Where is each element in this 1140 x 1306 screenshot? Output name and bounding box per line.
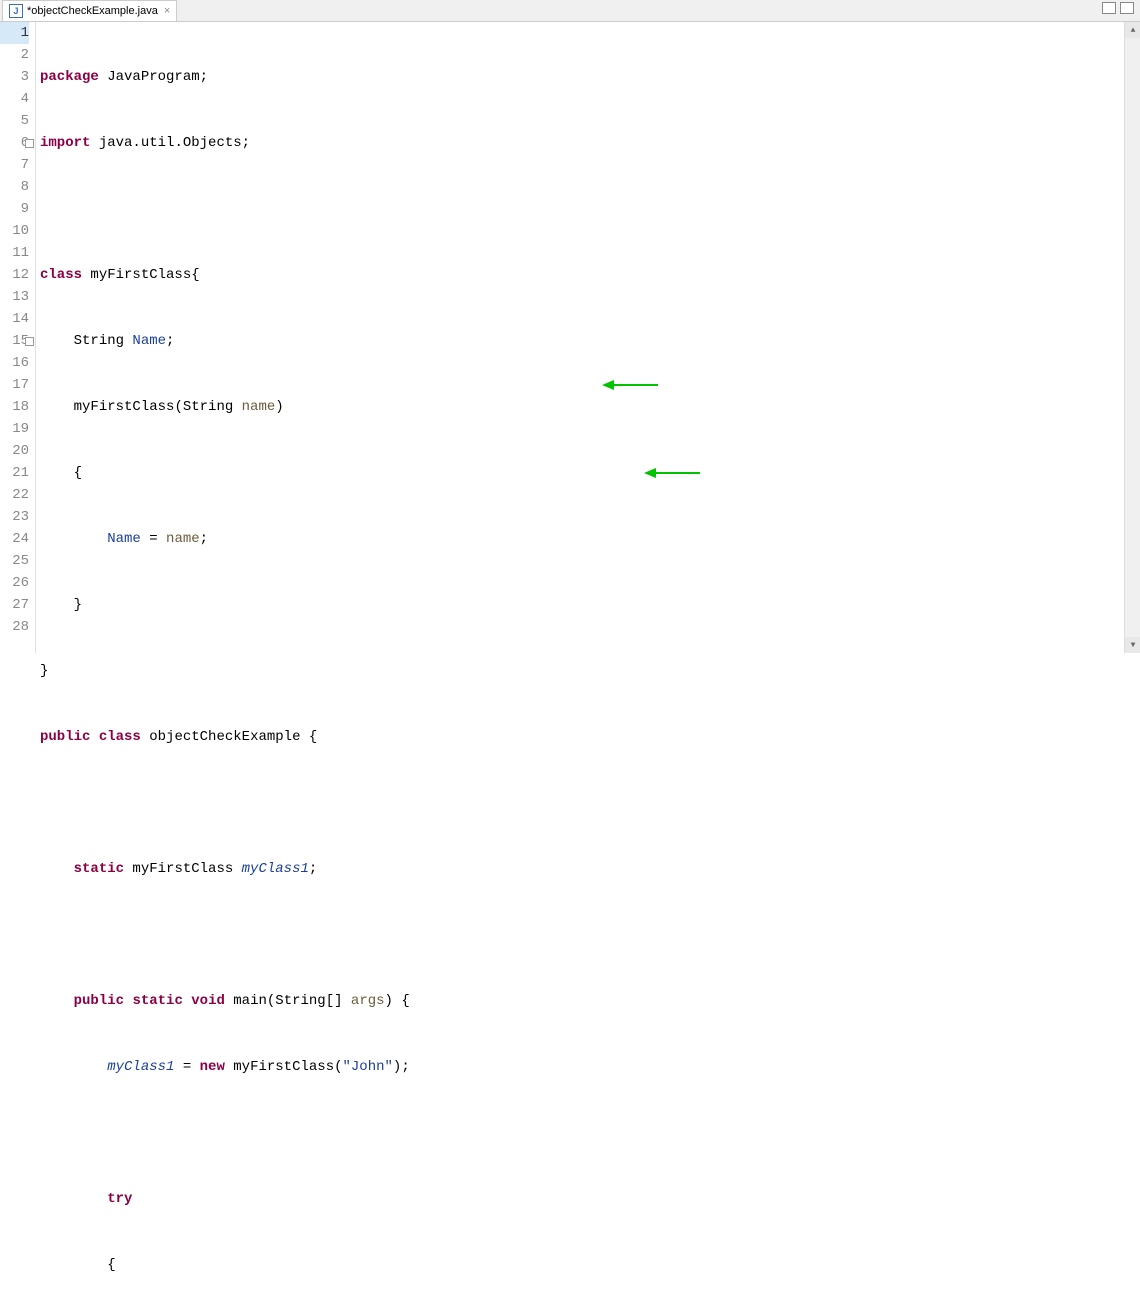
annotation-arrow-icon: [552, 356, 602, 366]
line-number: 15: [0, 330, 29, 352]
code-line: String Name;: [40, 330, 1140, 352]
line-number: 14: [0, 308, 29, 330]
tab-filename: *objectCheckExample.java: [27, 5, 158, 17]
line-number: 24: [0, 528, 29, 550]
code-line: public class objectCheckExample {: [40, 726, 1140, 748]
line-number: 20: [0, 440, 29, 462]
line-number: 16: [0, 352, 29, 374]
line-number: 21: [0, 462, 29, 484]
line-number: 1: [0, 22, 29, 44]
line-number: 19: [0, 418, 29, 440]
maximize-icon[interactable]: [1120, 2, 1134, 14]
code-line: class myFirstClass{: [40, 264, 1140, 286]
java-file-icon: J: [9, 4, 23, 18]
vertical-scrollbar[interactable]: ▲ ▼: [1124, 22, 1140, 653]
line-number: 22: [0, 484, 29, 506]
code-line: [40, 198, 1140, 220]
line-number: 11: [0, 242, 29, 264]
code-line: public static void main(String[] args) {: [40, 990, 1140, 1012]
code-line: static myFirstClass myClass1;: [40, 858, 1140, 880]
close-icon[interactable]: ×: [162, 5, 170, 17]
tab-bar: J *objectCheckExample.java ×: [0, 0, 1140, 22]
line-number: 8: [0, 176, 29, 198]
code-line: [40, 924, 1140, 946]
line-number: 4: [0, 88, 29, 110]
line-number: 10: [0, 220, 29, 242]
editor-tab[interactable]: J *objectCheckExample.java ×: [2, 0, 177, 21]
line-number: 9: [0, 198, 29, 220]
line-number: 2: [0, 44, 29, 66]
code-line: myClass1 = new myFirstClass("John");: [40, 1056, 1140, 1078]
window-controls: [1102, 2, 1134, 14]
line-number: 27: [0, 594, 29, 616]
line-number: 6: [0, 132, 29, 154]
line-number: 17: [0, 374, 29, 396]
scroll-up-icon[interactable]: ▲: [1125, 22, 1140, 38]
minimize-icon[interactable]: [1102, 2, 1116, 14]
code-line: }: [40, 594, 1140, 616]
editor-area: 1 2 3 4 5 6 7 8 9 10 11 12 13 14 15 16 1…: [0, 22, 1140, 653]
line-number: 13: [0, 286, 29, 308]
line-number: 3: [0, 66, 29, 88]
line-number: 18: [0, 396, 29, 418]
line-number: 28: [0, 616, 29, 638]
line-number: 25: [0, 550, 29, 572]
code-line: [40, 1122, 1140, 1144]
line-number: 12: [0, 264, 29, 286]
code-line: try: [40, 1188, 1140, 1210]
line-number: 26: [0, 572, 29, 594]
code-line: {: [40, 462, 1140, 484]
code-line: import java.util.Objects;: [40, 132, 1140, 154]
line-number-gutter: 1 2 3 4 5 6 7 8 9 10 11 12 13 14 15 16 1…: [0, 22, 36, 653]
scroll-down-icon[interactable]: ▼: [1125, 637, 1140, 653]
code-line: }: [40, 660, 1140, 682]
annotation-arrow-icon: [594, 444, 644, 454]
code-content[interactable]: package JavaProgram; import java.util.Ob…: [36, 22, 1140, 653]
code-line: myFirstClass(String name): [40, 396, 1140, 418]
code-line: {: [40, 1254, 1140, 1276]
line-number: 7: [0, 154, 29, 176]
code-line: [40, 792, 1140, 814]
line-number: 23: [0, 506, 29, 528]
code-line: Name = name;: [40, 528, 1140, 550]
code-line: package JavaProgram;: [40, 66, 1140, 88]
line-number: 5: [0, 110, 29, 132]
